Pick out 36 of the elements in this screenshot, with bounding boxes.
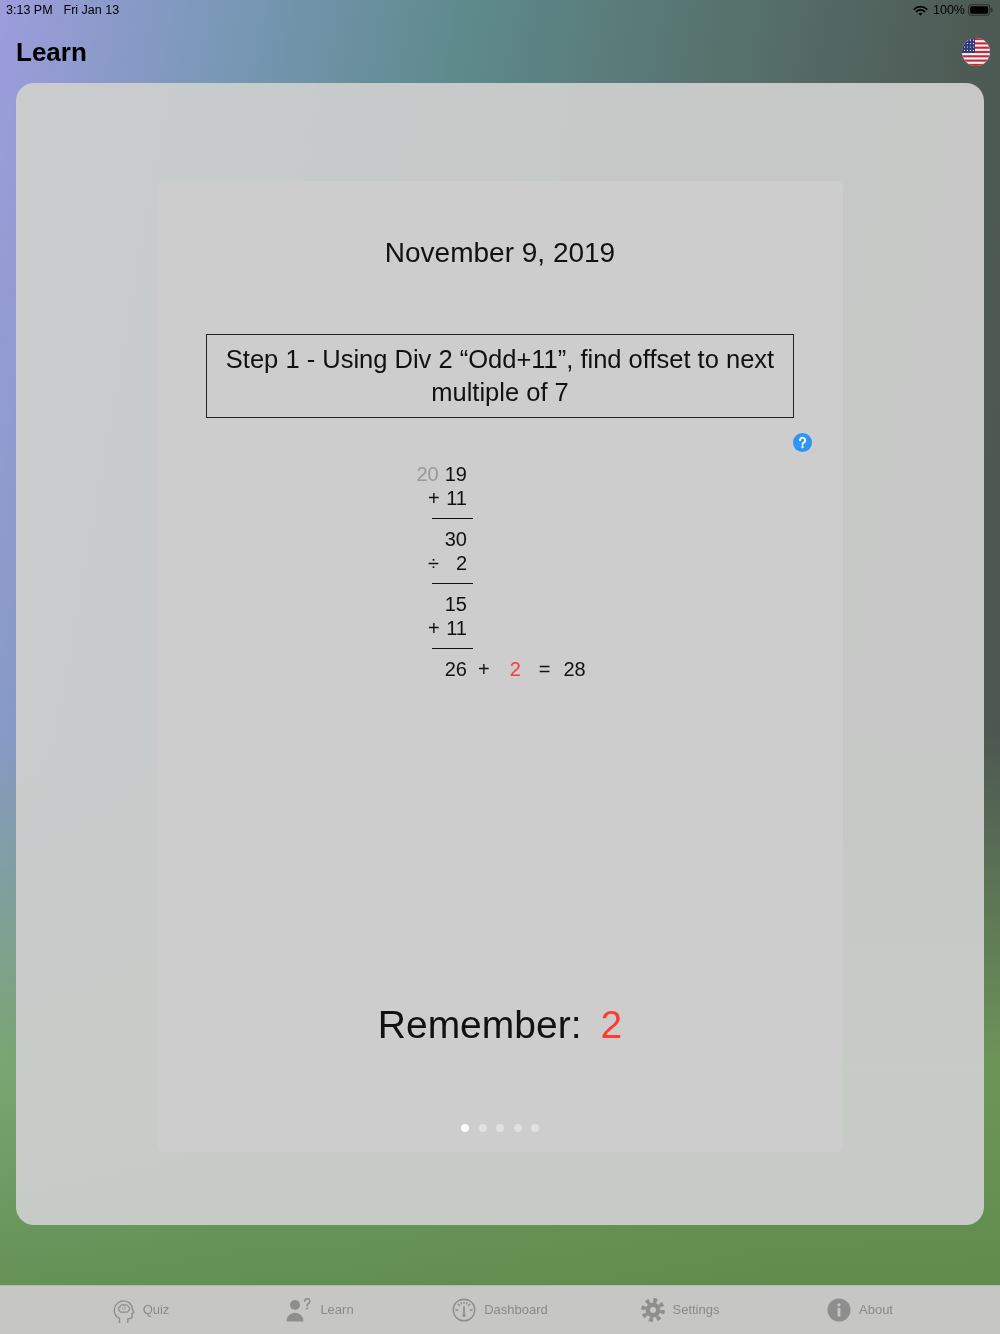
operator: +: [428, 486, 440, 510]
page-dot[interactable]: [461, 1124, 469, 1132]
remember-value: 2: [600, 1002, 623, 1048]
tab-item[interactable]: About: [770, 1286, 950, 1334]
tab-item[interactable]: Settings: [590, 1286, 770, 1334]
person-question-icon: [286, 1298, 313, 1322]
lesson-date: November 9, 2019: [384, 236, 616, 270]
info-icon: [827, 1298, 851, 1322]
tab-item[interactable]: Learn: [230, 1286, 410, 1334]
gauge-icon: [452, 1298, 477, 1322]
remember-label: Remember:: [377, 1002, 582, 1048]
step-instruction: Step 1 - Using Div 2 “Odd+11”, find offset to next multiple of 7: [206, 334, 794, 418]
number: 11: [446, 486, 467, 510]
operator: ÷: [428, 551, 439, 575]
offset-number: 2: [509, 657, 521, 681]
battery-icon: [968, 4, 993, 16]
number: 2: [455, 551, 467, 575]
battery-percent: 100%: [933, 1, 965, 19]
operator: +: [478, 657, 490, 681]
number: 19: [444, 462, 467, 486]
status-date: Fri Jan 13: [63, 1, 120, 19]
equals-sign: =: [538, 657, 551, 681]
number: 11: [446, 616, 467, 640]
help-icon[interactable]: [793, 433, 812, 452]
wifi-icon: [913, 4, 928, 16]
tab-item[interactable]: Quiz: [50, 1286, 230, 1334]
us-flag-icon[interactable]: [962, 37, 990, 66]
gear-icon: [640, 1298, 665, 1322]
operator: +: [428, 616, 440, 640]
number: 30: [444, 527, 467, 551]
number: 15: [444, 592, 467, 616]
number: 26: [444, 657, 467, 681]
status-time: 3:13 PM: [6, 1, 53, 19]
tab-item[interactable]: Dashboard: [410, 1286, 590, 1334]
page-title: Learn: [16, 35, 87, 68]
total-number: 28: [563, 657, 586, 681]
